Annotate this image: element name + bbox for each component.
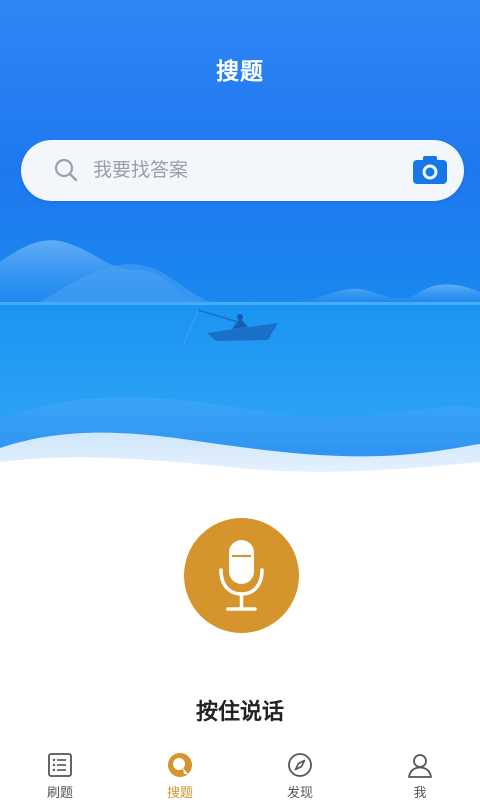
search-icon (53, 157, 79, 183)
camera-button[interactable] (411, 153, 449, 187)
tab-me[interactable]: 我 (360, 742, 480, 800)
voice-input-button[interactable] (184, 518, 299, 633)
tab-label: 刷题 (46, 786, 73, 800)
voice-hint-label: 按住说话 (195, 700, 284, 725)
tab-discover[interactable]: 发现 (240, 742, 360, 800)
tab-label: 发现 (286, 786, 313, 800)
list-icon (47, 752, 73, 778)
tab-search[interactable]: 搜题 (120, 742, 240, 800)
tab-label: 我 (413, 786, 427, 800)
camera-icon (413, 156, 447, 184)
page-title: 搜题 (216, 59, 264, 85)
bottom-tab-bar: 刷题 搜题 发现 我 (0, 742, 480, 800)
hero-banner: 搜题 (0, 0, 480, 480)
search-screen: 搜题 按住说话 (0, 0, 480, 800)
search-bar[interactable] (21, 140, 464, 201)
search-input[interactable] (93, 152, 413, 188)
person-icon (407, 752, 433, 778)
tab-practice[interactable]: 刷题 (0, 742, 120, 800)
compass-icon (287, 752, 313, 778)
search-circle-icon (167, 752, 193, 778)
tab-label: 搜题 (166, 786, 193, 800)
microphone-icon (219, 540, 264, 611)
